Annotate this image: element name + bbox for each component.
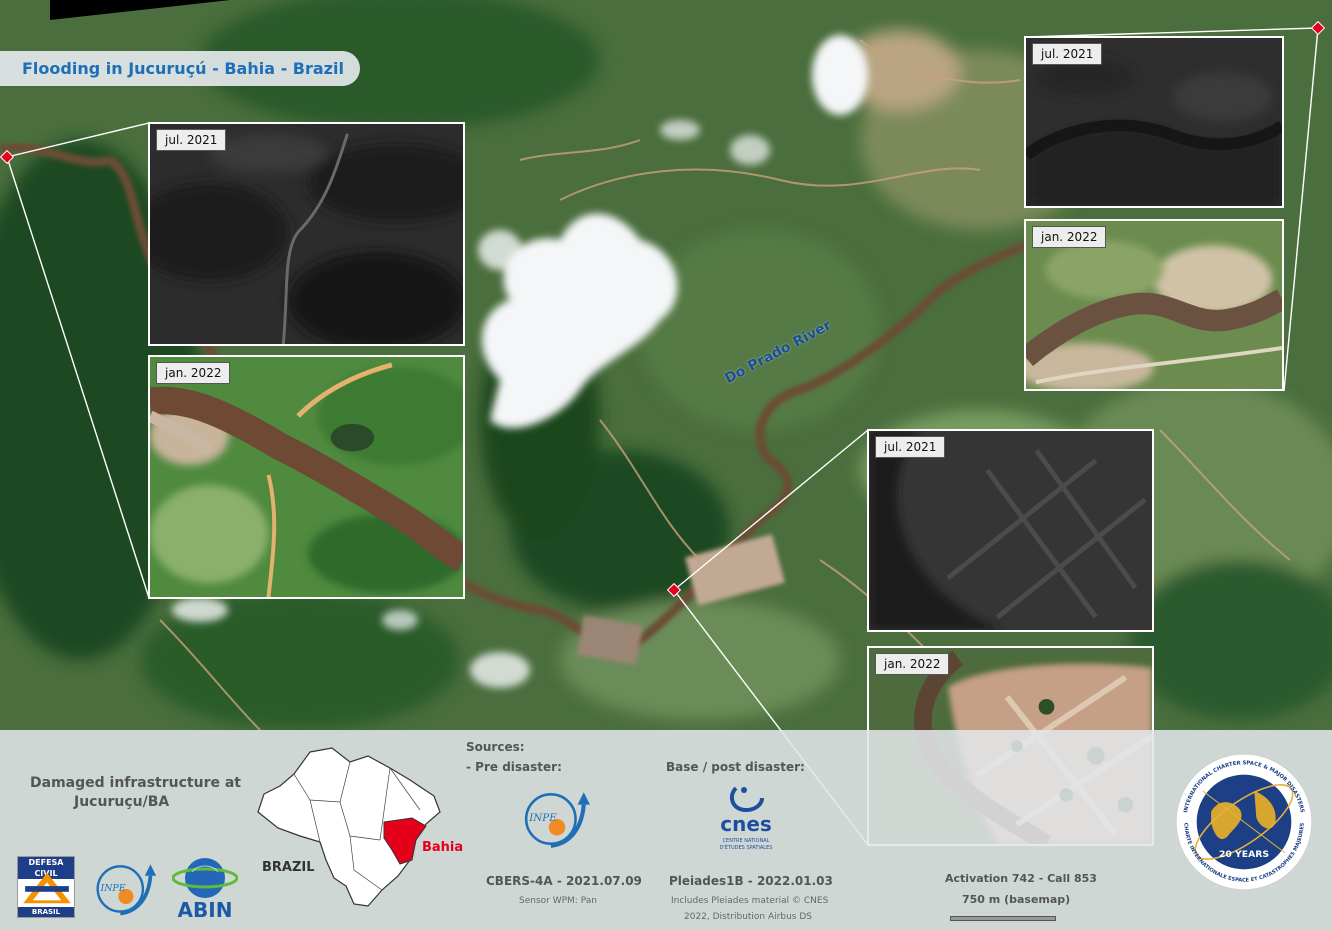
abin-globe-icon <box>172 858 238 898</box>
inset-right-post-label: jan. 2022 <box>1032 226 1107 248</box>
abin-logo-text: ABIN <box>177 898 233 922</box>
inset-right-post[interactable]: jan. 2022 <box>1024 219 1284 391</box>
inpe-logo-text: INPE <box>99 883 125 894</box>
inpe-source-logo-text: INPE <box>528 812 557 824</box>
defesa-civil-logo: DEFESA CIVIL BRASIL <box>17 856 75 918</box>
inset-town-pre-label: jul. 2021 <box>875 436 946 458</box>
cnes-sub2-text: D'ÉTUDES SPATIALES <box>719 845 773 851</box>
cnes-sub1-text: CENTRE NATIONAL <box>722 838 770 844</box>
cnes-logo-text: cnes <box>720 812 772 836</box>
inset-right-pre[interactable]: jul. 2021 <box>1024 36 1284 208</box>
sensor-note: Sensor WPM: Pan <box>519 896 597 906</box>
inset-town-pre[interactable]: jul. 2021 <box>867 429 1154 632</box>
damaged-title-line2: Jucuruçu/BA <box>74 794 170 810</box>
post-disaster-heading: Base / post disaster: <box>666 760 805 774</box>
inset-town-pre-image <box>869 431 1152 630</box>
activation-info: Activation 742 - Call 853 <box>945 872 1097 885</box>
pre-disaster-heading: - Pre disaster: <box>466 760 562 774</box>
pleiades-note-1: Includes Pleiades material © CNES <box>671 896 829 906</box>
pleiades-note-2: 2022, Distribution Airbus DS <box>684 912 812 922</box>
scale-label: 750 m (basemap) <box>962 893 1071 906</box>
international-charter-logo: 20 YEARS INTERNATIONAL CHARTER SPACE & M… <box>1175 753 1313 891</box>
cnes-emblem-icon <box>729 786 764 813</box>
legend-footer: Damaged infrastructure at Jucuruçu/BA DE… <box>0 730 1332 930</box>
cbers-source: CBERS-4A - 2021.07.09 <box>486 874 642 888</box>
charter-years-text: 20 YEARS <box>1219 849 1269 860</box>
inset-right-pre-label: jul. 2021 <box>1032 43 1103 65</box>
scale-bar <box>950 916 1056 921</box>
inpe-logo-icon: INPE <box>96 864 157 916</box>
sources-heading: Sources: <box>466 740 525 754</box>
inset-left-post-label: jan. 2022 <box>156 362 231 384</box>
inset-left-pre-label: jul. 2021 <box>156 129 227 151</box>
defesa-civil-bottom-text: BRASIL <box>18 907 74 917</box>
map-title: Flooding in Jucuruçú - Bahia - Brazil <box>0 51 360 86</box>
inset-left-post-image <box>150 357 463 597</box>
inset-left-pre-image <box>150 124 463 344</box>
brazil-locator-map <box>257 747 441 907</box>
damaged-title-line1: Damaged infrastructure at <box>30 775 241 791</box>
brazil-label: BRAZIL <box>262 860 315 875</box>
inset-left-pre[interactable]: jul. 2021 <box>148 122 465 346</box>
inset-left-post[interactable]: jan. 2022 <box>148 355 465 599</box>
inset-town-post-label: jan. 2022 <box>875 653 950 675</box>
abin-logo: ABIN <box>172 854 238 922</box>
inpe-source-logo-icon: INPE <box>524 792 590 848</box>
defesa-civil-triangle-icon <box>23 872 71 904</box>
pleiades-source: Pleiades1B - 2022.01.03 <box>669 874 833 888</box>
cnes-logo: cnes CENTRE NATIONAL D'ÉTUDES SPATIALES <box>696 784 796 856</box>
bahia-label: Bahia <box>422 840 464 855</box>
